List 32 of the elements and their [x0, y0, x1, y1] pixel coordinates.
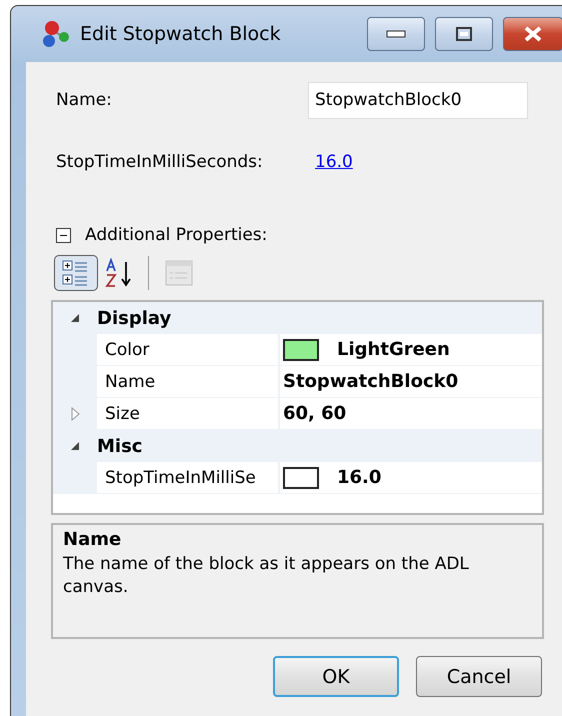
- name-input-field[interactable]: StopwatchBlock0: [308, 82, 528, 118]
- category-label: Misc: [97, 436, 142, 456]
- property-name[interactable]: Color: [97, 334, 278, 366]
- collapse-toggle[interactable]: [56, 228, 71, 242]
- minimize-icon: [386, 30, 406, 38]
- description-title: Name: [63, 529, 122, 550]
- dialog-button[interactable]: Cancel: [416, 656, 542, 697]
- description-text: The name of the block as it appears on the ADL canvas.: [63, 553, 470, 599]
- close-button[interactable]: [503, 17, 562, 51]
- close-icon: [522, 25, 544, 43]
- dialog-button[interactable]: OK: [273, 656, 399, 697]
- maximize-button[interactable]: [435, 17, 493, 51]
- property-pages-icon: [165, 260, 193, 286]
- property-name[interactable]: Name: [97, 366, 278, 398]
- app-logo-icon: [40, 18, 72, 50]
- property-value[interactable]: LightGreen: [337, 339, 450, 360]
- maximize-icon: [456, 27, 472, 41]
- minimize-button[interactable]: [367, 17, 425, 51]
- category-label: Display: [97, 308, 172, 328]
- collapse-arrow-icon[interactable]: [70, 313, 80, 323]
- field-label: StopTimeInMilliSeconds:: [56, 152, 264, 172]
- collapse-arrow-icon[interactable]: [70, 441, 80, 451]
- property-value[interactable]: 60, 60: [283, 403, 346, 424]
- value-link[interactable]: 16.0: [315, 152, 353, 172]
- expand-arrow-icon[interactable]: [70, 407, 80, 421]
- section-label: Additional Properties:: [85, 225, 268, 245]
- property-name[interactable]: StopTimeInMilliSe: [97, 462, 278, 494]
- field-label: Name:: [56, 90, 113, 110]
- property-value[interactable]: 16.0: [337, 467, 382, 488]
- categorized-button[interactable]: [54, 255, 98, 291]
- property-value[interactable]: StopwatchBlock0: [283, 371, 458, 392]
- window-title: Edit Stopwatch Block: [80, 23, 282, 45]
